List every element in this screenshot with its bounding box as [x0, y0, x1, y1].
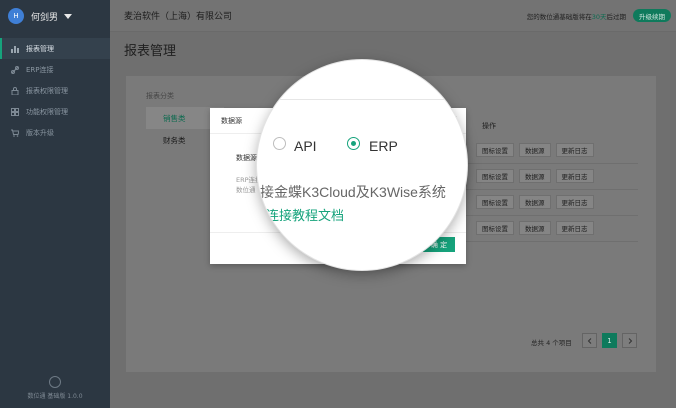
cart-icon — [11, 129, 20, 137]
trial-days: 30天 — [591, 13, 607, 21]
sidebar-item-label: 功能权限管理 — [26, 107, 68, 116]
sidebar: H 何剑男 报表管理 ERP连接 报表权限管理 功能权限管理 版本升级 数位通 … — [0, 0, 110, 408]
top-header: 麦治软件（上海）有限公司 您的数位通基础版将在30天后过期 升级续期 — [110, 0, 676, 32]
datasource-button[interactable]: 数据源 — [519, 169, 551, 183]
bar-chart-icon — [11, 45, 19, 53]
icon-settings-button[interactable]: 图标设置 — [476, 221, 514, 235]
prev-page-button[interactable] — [582, 333, 597, 348]
page-number-button[interactable]: 1 — [602, 333, 617, 348]
sidebar-item-report-management[interactable]: 报表管理 — [0, 38, 110, 59]
update-log-button[interactable]: 更新日志 — [555, 195, 594, 209]
user-menu[interactable]: H 何剑男 — [0, 0, 110, 32]
next-page-button[interactable] — [622, 333, 637, 348]
update-log-button[interactable]: 更新日志 — [555, 169, 594, 183]
upgrade-button[interactable]: 升级续期 — [633, 9, 671, 22]
trial-prefix: 您的数位通基础版将在 — [526, 13, 592, 21]
sidebar-footer: 数位通 基础版 1.0.0 — [0, 376, 110, 400]
icon-settings-button[interactable]: 图标设置 — [476, 195, 514, 209]
sidebar-nav: 报表管理 ERP连接 报表权限管理 功能权限管理 版本升级 — [0, 38, 110, 143]
datasource-button[interactable]: 数据源 — [519, 143, 551, 157]
chevron-right-icon — [628, 337, 632, 344]
sidebar-item-function-permission[interactable]: 功能权限管理 — [0, 101, 110, 122]
tutorial-doc-link[interactable]: 连接教程文档 — [266, 205, 344, 224]
datasource-description-secondary: 数位通 — [236, 186, 256, 194]
sidebar-item-version-upgrade[interactable]: 版本升级 — [0, 122, 110, 143]
row-actions: 图标设置 数据源 更新日志 — [476, 143, 594, 157]
sidebar-item-label: 报表权限管理 — [26, 86, 68, 95]
chevron-left-icon — [587, 337, 591, 344]
sidebar-item-report-permission[interactable]: 报表权限管理 — [0, 80, 110, 101]
operation-column-header: 操作 — [482, 122, 496, 130]
update-log-button[interactable]: 更新日志 — [555, 143, 594, 157]
category-label: 报表分类 — [146, 92, 174, 100]
link-icon — [11, 65, 19, 74]
lock-icon — [11, 86, 19, 95]
magnifier-lens: API ERP 接金蝶K3Cloud及K3Wise系统 连接教程文档 — [257, 60, 467, 270]
dialog-title: 数据源 — [221, 116, 242, 125]
trial-suffix: 后过期 — [606, 13, 627, 21]
dialog-header-divider — [257, 99, 467, 100]
datasource-button[interactable]: 数据源 — [519, 221, 551, 235]
radio-api[interactable] — [273, 137, 286, 150]
datasource-field-label: 数据源 — [236, 154, 257, 162]
page-title: 报表管理 — [124, 44, 177, 59]
total-count: 总共 4 个项目 — [531, 339, 572, 347]
erp-description: 接金蝶K3Cloud及K3Wise系统 — [260, 184, 446, 200]
radio-erp-label[interactable]: ERP — [369, 138, 398, 154]
sidebar-item-label: ERP连接 — [26, 65, 54, 74]
sidebar-item-erp-connection[interactable]: ERP连接 — [0, 59, 110, 80]
row-actions: 图标设置 数据源 更新日志 — [476, 169, 594, 183]
radio-api-label[interactable]: API — [294, 138, 317, 154]
sidebar-item-label: 报表管理 — [26, 44, 54, 53]
avatar: H — [8, 8, 24, 24]
chevron-down-icon[interactable] — [64, 13, 73, 19]
update-log-button[interactable]: 更新日志 — [555, 221, 594, 235]
sidebar-item-label: 版本升级 — [26, 128, 54, 137]
row-actions: 图标设置 数据源 更新日志 — [476, 195, 594, 209]
trial-notice: 您的数位通基础版将在30天后过期 — [527, 11, 626, 21]
company-name: 麦治软件（上海）有限公司 — [124, 12, 233, 22]
row-actions: 图标设置 数据源 更新日志 — [476, 221, 594, 235]
radio-erp[interactable] — [347, 137, 360, 150]
icon-settings-button[interactable]: 图标设置 — [476, 169, 514, 183]
logo-icon — [49, 376, 61, 388]
icon-settings-button[interactable]: 图标设置 — [476, 143, 514, 157]
version-text: 数位通 基础版 1.0.0 — [27, 393, 83, 400]
grid-icon — [11, 107, 19, 116]
datasource-button[interactable]: 数据源 — [519, 195, 551, 209]
user-name: 何剑男 — [31, 12, 59, 23]
